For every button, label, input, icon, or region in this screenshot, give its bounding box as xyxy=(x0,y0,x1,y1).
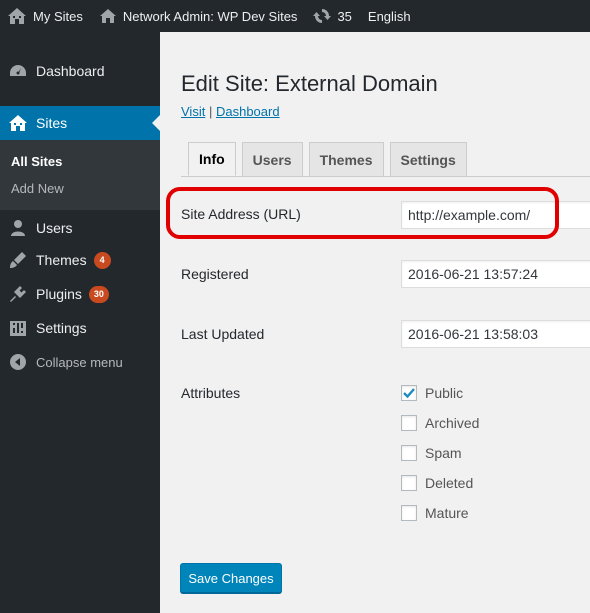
main-content: Edit Site: External Domain Visit | Dashb… xyxy=(160,32,590,613)
sidebar-item-dashboard-label: Dashboard xyxy=(36,63,105,79)
mature-checkbox[interactable] xyxy=(401,505,417,521)
attribute-deleted[interactable]: Deleted xyxy=(401,475,473,491)
updates-menu[interactable]: 35 xyxy=(305,0,359,32)
updates-icon xyxy=(313,9,332,23)
attribute-public[interactable]: Public xyxy=(401,385,463,401)
sites-icon xyxy=(0,114,36,132)
collapse-menu-button[interactable]: Collapse menu xyxy=(0,352,160,372)
public-checkbox[interactable] xyxy=(401,385,417,401)
plugins-icon xyxy=(0,285,36,303)
submenu-add-new[interactable]: Add New xyxy=(11,181,64,196)
spam-checkbox[interactable] xyxy=(401,445,417,461)
language-menu[interactable]: English xyxy=(360,0,419,32)
save-changes-button[interactable]: Save Changes xyxy=(180,563,282,593)
public-label: Public xyxy=(425,385,464,401)
attributes-label: Attributes xyxy=(181,385,241,401)
edit-site-tabs: Info Users Themes Settings xyxy=(188,142,473,176)
sidebar-item-themes-label: Themes xyxy=(36,252,87,268)
tab-themes[interactable]: Themes xyxy=(308,142,384,176)
spam-label: Spam xyxy=(425,445,462,461)
themes-icon xyxy=(0,251,36,269)
updates-count: 35 xyxy=(337,8,352,24)
site-action-links: Visit | Dashboard xyxy=(181,104,280,119)
deleted-label: Deleted xyxy=(425,475,474,491)
archived-checkbox[interactable] xyxy=(401,415,417,431)
dashboard-link[interactable]: Dashboard xyxy=(216,104,280,119)
users-icon xyxy=(0,219,36,237)
visit-link[interactable]: Visit xyxy=(181,104,205,119)
sidebar-item-users-label: Users xyxy=(36,220,73,236)
sidebar-item-settings[interactable]: Settings xyxy=(0,318,160,338)
my-sites-label: My Sites xyxy=(33,8,83,24)
sidebar-item-sites-label: Sites xyxy=(36,115,68,131)
page-title: Edit Site: External Domain xyxy=(181,71,438,96)
registered-label: Registered xyxy=(181,266,249,282)
last-updated-label: Last Updated xyxy=(181,326,265,342)
dashboard-icon xyxy=(0,62,36,80)
last-updated-input[interactable]: 2016-06-21 13:58:03 xyxy=(401,320,590,348)
sidebar-item-users[interactable]: Users xyxy=(0,218,160,238)
tab-settings[interactable]: Settings xyxy=(389,142,467,176)
tab-info[interactable]: Info xyxy=(188,142,236,176)
attribute-archived[interactable]: Archived xyxy=(401,415,479,431)
registered-input[interactable]: 2016-06-21 13:57:24 xyxy=(401,260,590,288)
checkmark-icon xyxy=(403,388,415,399)
sidebar-item-sites[interactable]: Sites xyxy=(0,106,160,140)
mature-label: Mature xyxy=(425,505,469,521)
collapse-icon xyxy=(0,354,36,370)
admin-bar: My Sites Network Admin: WP Dev Sites 35 … xyxy=(0,0,590,32)
sites-submenu: All Sites Add New xyxy=(0,140,160,210)
link-separator: | xyxy=(208,104,213,119)
plugins-update-badge: 30 xyxy=(88,285,109,303)
admin-sidebar: Dashboard Sites All Sites Add New Users … xyxy=(0,32,160,613)
my-sites-icon xyxy=(8,8,26,24)
tabs-divider xyxy=(181,176,590,177)
sidebar-item-plugins[interactable]: Plugins 30 xyxy=(0,284,160,304)
language-label: English xyxy=(367,8,411,24)
attribute-spam[interactable]: Spam xyxy=(401,445,462,461)
sidebar-item-settings-label: Settings xyxy=(36,320,87,336)
network-admin-menu[interactable]: Network Admin: WP Dev Sites xyxy=(91,0,306,32)
attribute-mature[interactable]: Mature xyxy=(401,505,469,521)
collapse-menu-label: Collapse menu xyxy=(36,354,123,370)
my-sites-menu[interactable]: My Sites xyxy=(0,0,91,32)
home-icon xyxy=(99,9,116,23)
tab-users[interactable]: Users xyxy=(241,142,303,176)
sidebar-item-themes[interactable]: Themes 4 xyxy=(0,250,160,270)
archived-label: Archived xyxy=(425,415,480,431)
themes-update-badge: 4 xyxy=(93,251,111,269)
deleted-checkbox[interactable] xyxy=(401,475,417,491)
sidebar-item-plugins-label: Plugins xyxy=(36,286,82,302)
sidebar-item-dashboard[interactable]: Dashboard xyxy=(0,62,160,80)
settings-icon xyxy=(0,319,36,337)
network-admin-label: Network Admin: WP Dev Sites xyxy=(122,8,298,24)
site-address-highlight xyxy=(166,187,559,239)
submenu-all-sites[interactable]: All Sites xyxy=(11,154,62,169)
